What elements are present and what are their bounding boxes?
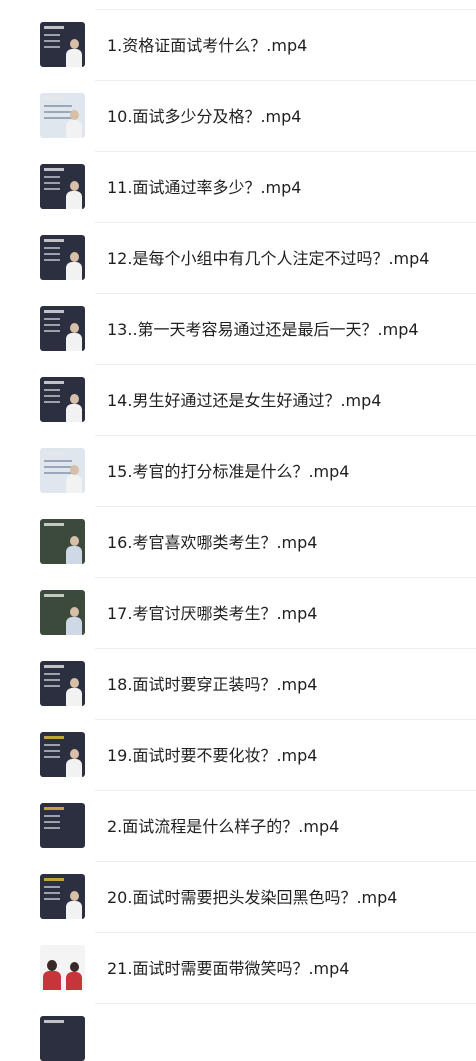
list-item[interactable]: 12.是每个小组中有几个人注定不过吗？.mp4 xyxy=(0,223,476,294)
list-item[interactable]: 17.考官讨厌哪类考生？.mp4 xyxy=(0,578,476,649)
video-thumbnail xyxy=(40,661,85,706)
list-item[interactable]: 16.考官喜欢哪类考生？.mp4 xyxy=(0,507,476,578)
list-item[interactable]: 11.面试通过率多少？.mp4 xyxy=(0,152,476,223)
video-thumbnail xyxy=(40,519,85,564)
list-item[interactable]: 18.面试时要穿正装吗？.mp4 xyxy=(0,649,476,720)
file-name: 18.面试时要穿正装吗？.mp4 xyxy=(107,675,318,694)
file-name: 14.男生好通过还是女生好通过？.mp4 xyxy=(107,391,382,410)
list-item[interactable]: 19.面试时要不要化妆？.mp4 xyxy=(0,720,476,791)
video-thumbnail xyxy=(40,1016,85,1061)
video-thumbnail xyxy=(40,803,85,848)
list-item[interactable]: 13..第一天考容易通过还是最后一天？.mp4 xyxy=(0,294,476,365)
file-name: 16.考官喜欢哪类考生？.mp4 xyxy=(107,533,318,552)
list-item[interactable]: 15.考官的打分标准是什么？.mp4 xyxy=(0,436,476,507)
list-item[interactable]: 14.男生好通过还是女生好通过？.mp4 xyxy=(0,365,476,436)
video-thumbnail xyxy=(40,164,85,209)
list-item[interactable]: 21.面试时需要面带微笑吗？.mp4 xyxy=(0,933,476,1004)
file-name: 19.面试时要不要化妆？.mp4 xyxy=(107,746,318,765)
file-name: 10.面试多少分及格？.mp4 xyxy=(107,107,302,126)
list-item[interactable]: 10.面试多少分及格？.mp4 xyxy=(0,81,476,152)
video-thumbnail xyxy=(40,377,85,422)
list-item[interactable]: 20.面试时需要把头发染回黑色吗？.mp4 xyxy=(0,862,476,933)
video-thumbnail xyxy=(40,732,85,777)
file-name: 21.面试时需要面带微笑吗？.mp4 xyxy=(107,959,350,978)
file-name: 15.考官的打分标准是什么？.mp4 xyxy=(107,462,350,481)
video-thumbnail xyxy=(40,590,85,635)
file-name: 20.面试时需要把头发染回黑色吗？.mp4 xyxy=(107,888,398,907)
video-thumbnail xyxy=(40,93,85,138)
video-thumbnail xyxy=(40,945,85,990)
video-thumbnail xyxy=(40,874,85,919)
video-thumbnail xyxy=(40,448,85,493)
video-thumbnail xyxy=(40,235,85,280)
file-name: 1.资格证面试考什么？.mp4 xyxy=(107,36,308,55)
list-item[interactable]: 1.资格证面试考什么？.mp4 xyxy=(0,10,476,81)
list-item[interactable]: 2.面试流程是什么样子的？.mp4 xyxy=(0,791,476,862)
file-name: 11.面试通过率多少？.mp4 xyxy=(107,178,302,197)
file-name: 2.面试流程是什么样子的？.mp4 xyxy=(107,817,340,836)
video-thumbnail xyxy=(40,306,85,351)
file-name: 17.考官讨厌哪类考生？.mp4 xyxy=(107,604,318,623)
list-item-partial[interactable] xyxy=(0,1004,476,1061)
video-thumbnail xyxy=(40,22,85,67)
file-name: 13..第一天考容易通过还是最后一天？.mp4 xyxy=(107,320,419,339)
file-name: 12.是每个小组中有几个人注定不过吗？.mp4 xyxy=(107,249,430,268)
file-list: 1.资格证面试考什么？.mp4 10.面试多少分及格？.mp4 11.面试通过率… xyxy=(0,10,476,1061)
